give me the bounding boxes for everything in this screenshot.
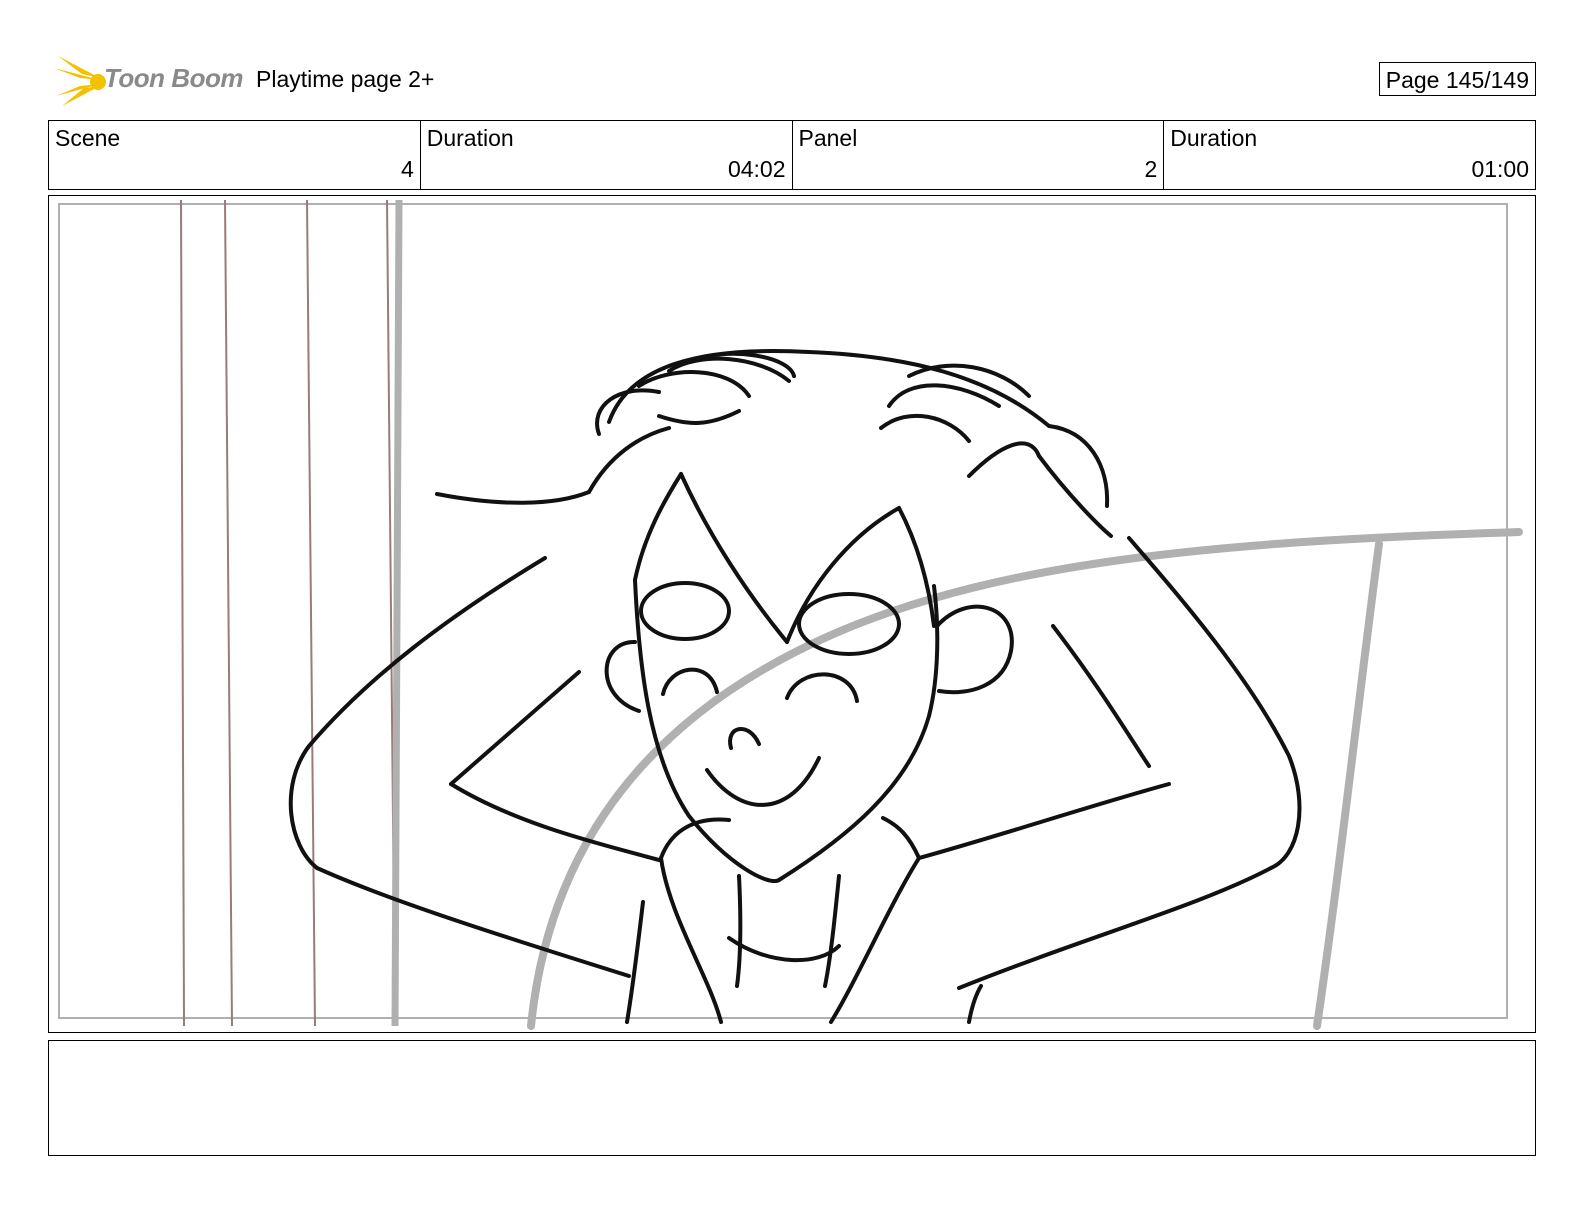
background-posts	[180, 199, 396, 1027]
scene-duration-label: Duration	[426, 125, 514, 151]
scene-value: 4	[400, 156, 414, 182]
logo-text: Toon Boom	[104, 63, 243, 93]
storyboard-panel	[48, 195, 1536, 1033]
panel-duration-label: Duration	[1170, 125, 1258, 151]
document-title: Playtime page 2+	[256, 66, 435, 92]
panel-value: 2	[1144, 156, 1158, 182]
safe-area-frame	[58, 203, 1508, 1019]
panel-notes	[48, 1040, 1536, 1156]
character-sketch	[288, 348, 1302, 1024]
scene-label: Scene	[55, 125, 121, 151]
couch-guides	[527, 528, 1523, 1030]
panel-cell: Panel 2	[793, 121, 1165, 189]
scene-duration-cell: Duration 04:02	[421, 121, 793, 189]
scene-cell: Scene 4	[49, 121, 421, 189]
panel-duration-value: 01:00	[1471, 156, 1529, 182]
starburst-icon	[54, 56, 106, 106]
panel-sketch	[58, 199, 1523, 1030]
panel-info-table: Scene 4 Duration 04:02 Panel 2 Duration …	[48, 120, 1536, 190]
panel-label: Panel	[798, 125, 858, 151]
page-number: Page 145/149	[1378, 62, 1536, 96]
panel-duration-cell: Duration 01:00	[1164, 121, 1535, 189]
toon-boom-logo: Toon Boom	[48, 52, 248, 108]
page-header: Toon Boom Playtime page 2+ Page 145/149	[48, 52, 1536, 108]
scene-duration-value: 04:02	[727, 156, 786, 182]
